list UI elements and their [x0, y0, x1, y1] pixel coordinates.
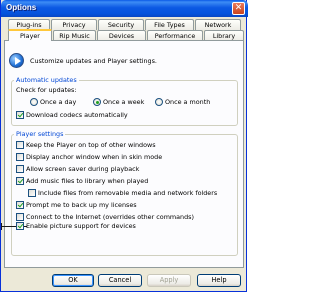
picture-support-label[interactable]: Enable picture support for devices	[26, 222, 136, 230]
radio-once-a-month[interactable]	[155, 98, 163, 106]
backup-licenses-checkbox[interactable]	[16, 201, 24, 209]
radio-once-a-week-label[interactable]: Once a week	[103, 98, 144, 106]
tab-security[interactable]: Security	[98, 19, 144, 30]
title-bar[interactable]: Options ✕	[1, 0, 248, 17]
backup-licenses-label[interactable]: Prompt me to back up my licenses	[26, 201, 137, 209]
connect-internet-checkbox[interactable]	[16, 213, 24, 221]
anchor-window-label[interactable]: Display anchor window when in skin mode	[26, 153, 162, 161]
intro-text: Customize updates and Player settings.	[30, 57, 157, 65]
download-codecs-checkbox[interactable]	[16, 111, 24, 119]
keep-on-top-label[interactable]: Keep the Player on top of other windows	[26, 141, 156, 149]
cancel-button[interactable]: Cancel	[98, 274, 142, 287]
radio-once-a-week[interactable]	[93, 98, 101, 106]
keep-on-top-checkbox[interactable]	[16, 141, 24, 149]
picture-support-checkbox[interactable]	[16, 222, 24, 230]
player-settings-title: Player settings	[14, 130, 66, 138]
radio-once-a-day[interactable]	[30, 98, 38, 106]
add-music-files-checkbox[interactable]	[16, 177, 24, 185]
tab-network[interactable]: Network	[195, 19, 241, 30]
include-removable-checkbox[interactable]	[28, 189, 36, 197]
tab-player[interactable]: Player	[8, 29, 52, 41]
automatic-updates-title: Automatic updates	[14, 76, 79, 84]
include-removable-label[interactable]: Include files from removable media and n…	[38, 189, 217, 197]
radio-once-a-month-label[interactable]: Once a month	[165, 98, 210, 106]
window-title: Options	[6, 3, 37, 12]
ok-button[interactable]: OK	[52, 274, 94, 287]
options-dialog: Options ✕ Plug-ins Privacy Security File…	[0, 0, 248, 292]
connect-internet-label[interactable]: Connect to the Internet (overrides other…	[26, 213, 194, 221]
add-music-files-label[interactable]: Add music files to library when played	[26, 177, 148, 185]
close-icon[interactable]: ✕	[232, 2, 245, 15]
download-codecs-label[interactable]: Download codecs automatically	[26, 111, 128, 119]
apply-button[interactable]: Apply	[147, 274, 191, 287]
screen-saver-label[interactable]: Allow screen saver during playback	[26, 165, 139, 173]
help-button[interactable]: Help	[197, 274, 241, 287]
check-for-updates-label: Check for updates:	[16, 86, 77, 94]
player-icon	[9, 53, 24, 68]
tab-file-types[interactable]: File Types	[145, 19, 194, 30]
tab-privacy[interactable]: Privacy	[51, 19, 97, 30]
radio-once-a-day-label[interactable]: Once a day	[40, 98, 76, 106]
anchor-window-checkbox[interactable]	[16, 153, 24, 161]
screen-saver-checkbox[interactable]	[16, 165, 24, 173]
